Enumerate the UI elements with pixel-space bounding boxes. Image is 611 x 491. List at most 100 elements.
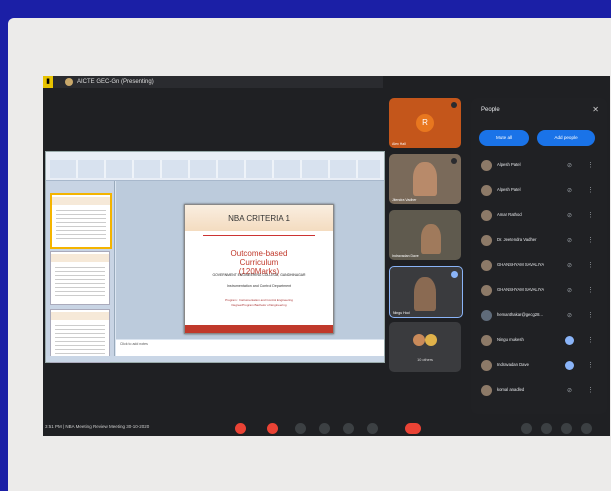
mic-off-icon[interactable]: ⊘ bbox=[567, 262, 572, 269]
captions-icon[interactable] bbox=[295, 423, 306, 434]
slide-thumbnail-1 bbox=[50, 193, 112, 249]
avatar bbox=[481, 185, 492, 196]
participant-video bbox=[421, 224, 441, 254]
current-slide: NBA CRITERIA 1 Outcome-based Curriculum … bbox=[184, 204, 334, 334]
end-call-button[interactable] bbox=[405, 423, 421, 434]
slide-editor: NBA CRITERIA 1 Outcome-based Curriculum … bbox=[116, 181, 384, 339]
more-options-icon[interactable]: ⋮ bbox=[587, 211, 594, 219]
slide-program-line2: Degree/Program Bachelor of Engineering bbox=[231, 303, 287, 307]
tile-name: Alex Hall bbox=[392, 142, 406, 146]
add-people-button[interactable]: Add people bbox=[537, 130, 595, 146]
participant-name: GHANSHYAM SAVALIYA bbox=[497, 262, 545, 267]
present-flag-icon: ▮ bbox=[43, 76, 53, 88]
participant-name: Alpesh Patel bbox=[497, 162, 521, 167]
participant-row[interactable]: Alpesh Patel ⊘ ⋮ bbox=[471, 181, 607, 201]
speaking-indicator-icon bbox=[451, 271, 458, 278]
more-options-icon[interactable]: ⋮ bbox=[587, 161, 594, 169]
raise-hand-icon[interactable] bbox=[319, 423, 330, 434]
slide-thumbnails bbox=[46, 181, 115, 363]
people-icon[interactable] bbox=[541, 423, 552, 434]
mic-off-icon[interactable]: ⊘ bbox=[567, 237, 572, 244]
more-options-icon[interactable]: ⋮ bbox=[587, 261, 594, 269]
participant-row[interactable]: Indravadan Dave ⋮ bbox=[471, 356, 607, 376]
participant-name: komal anadled bbox=[497, 387, 525, 392]
slide-main-line1: Outcome-based bbox=[230, 249, 288, 258]
avatar bbox=[413, 334, 425, 346]
mic-off-icon[interactable]: ⊘ bbox=[567, 212, 572, 219]
slide-title: NBA CRITERIA 1 bbox=[228, 214, 290, 223]
participant-row[interactable]: komal anadled ⊘ ⋮ bbox=[471, 381, 607, 401]
mute-all-button[interactable]: Mute all bbox=[479, 130, 529, 146]
mic-off-icon[interactable]: ⊘ bbox=[567, 387, 572, 394]
mic-off-icon[interactable]: ⊘ bbox=[567, 162, 572, 169]
mic-off-icon bbox=[451, 102, 457, 108]
chat-icon[interactable] bbox=[561, 423, 572, 434]
participant-name: hemanthakar@gecg28... bbox=[497, 312, 543, 317]
slide-thumbnail-2 bbox=[50, 251, 110, 305]
activities-icon[interactable] bbox=[581, 423, 592, 434]
ppt-status-bar bbox=[46, 356, 384, 362]
participant-name: Indravadan Dave bbox=[497, 362, 529, 367]
participant-name: Dr. Jeetendra Vadher bbox=[497, 237, 537, 242]
participant-row[interactable]: Dr. Jeetendra Vadher ⊘ ⋮ bbox=[471, 231, 607, 251]
slide-department: Instrumentation and Control Department bbox=[226, 284, 292, 288]
avatar bbox=[481, 360, 492, 371]
more-options-icon[interactable]: ⋮ bbox=[587, 186, 594, 194]
avatar bbox=[481, 260, 492, 271]
participant-name: GHANSHYAM SAVALIYA bbox=[497, 287, 545, 292]
participant-row[interactable]: Alpesh Patel ⊘ ⋮ bbox=[471, 156, 607, 176]
close-icon[interactable]: ✕ bbox=[592, 105, 599, 114]
more-options-icon[interactable]: ⋮ bbox=[587, 336, 594, 344]
participant-row[interactable]: Ningu mukesh ⋮ bbox=[471, 331, 607, 351]
participant-row[interactable]: hemanthakar@gecg28... ⊘ ⋮ bbox=[471, 306, 607, 326]
participant-tile-1[interactable]: R Alex Hall bbox=[389, 98, 461, 148]
tile-name: Ningu Hod bbox=[393, 311, 410, 315]
participant-tile-3[interactable]: Indravadan Dave bbox=[389, 210, 461, 260]
ppt-ribbon bbox=[46, 152, 384, 181]
participant-name: Alpesh Patel bbox=[497, 187, 521, 192]
meet-control-bar: 3:51 PM | NBA Meeting Review Meeting 30-… bbox=[43, 421, 610, 436]
more-options-icon[interactable]: ⋮ bbox=[587, 361, 594, 369]
avatar bbox=[481, 385, 492, 396]
avatar bbox=[481, 160, 492, 171]
more-options-icon[interactable]: ⋮ bbox=[587, 236, 594, 244]
present-icon[interactable] bbox=[343, 423, 354, 434]
mic-off-icon[interactable] bbox=[235, 423, 246, 434]
avatar bbox=[481, 285, 492, 296]
mic-off-icon bbox=[451, 158, 457, 164]
participant-row[interactable]: Amar Rathod ⊘ ⋮ bbox=[471, 206, 607, 226]
others-count: 10 others bbox=[417, 358, 433, 362]
slide-program: Program : Instrumentation and Control En… bbox=[185, 298, 333, 308]
more-options-icon[interactable]: ⋮ bbox=[587, 386, 594, 394]
participant-row[interactable]: GHANSHYAM SAVALIYA ⊘ ⋮ bbox=[471, 256, 607, 276]
participant-video bbox=[413, 162, 437, 196]
participant-tile-4[interactable]: Ningu Hod bbox=[389, 266, 463, 318]
participant-row[interactable]: GHANSHYAM SAVALIYA ⊘ ⋮ bbox=[471, 281, 607, 301]
speaking-indicator-icon bbox=[565, 336, 574, 345]
people-panel-title: People bbox=[481, 107, 500, 113]
camera-off-icon[interactable] bbox=[267, 423, 278, 434]
more-options-icon[interactable]: ⋮ bbox=[587, 286, 594, 294]
avatar bbox=[481, 210, 492, 221]
participant-name: Amar Rathod bbox=[497, 212, 522, 217]
tile-name: Jitendra Vadher bbox=[392, 198, 417, 202]
avatar bbox=[481, 235, 492, 246]
mic-off-icon[interactable]: ⊘ bbox=[567, 312, 572, 319]
people-panel: People ✕ Mute all Add people Alpesh Pate… bbox=[471, 98, 607, 414]
avatar: R bbox=[416, 114, 434, 132]
info-icon[interactable] bbox=[521, 423, 532, 434]
speaking-indicator-icon bbox=[565, 361, 574, 370]
notes-pane[interactable]: Click to add notes bbox=[116, 340, 384, 356]
tile-name: Indravadan Dave bbox=[392, 254, 419, 258]
presenting-title: AICTE GEC-Gn (Presenting) bbox=[77, 79, 154, 85]
others-tile[interactable]: 10 others bbox=[389, 322, 461, 372]
more-options-icon[interactable]: ⋮ bbox=[587, 311, 594, 319]
more-options-icon[interactable] bbox=[367, 423, 378, 434]
slide-thumbnail-3 bbox=[50, 309, 110, 363]
mic-off-icon[interactable]: ⊘ bbox=[567, 287, 572, 294]
participant-tile-2[interactable]: Jitendra Vadher bbox=[389, 154, 461, 204]
mic-off-icon[interactable]: ⊘ bbox=[567, 187, 572, 194]
slide-main-heading: Outcome-based Curriculum (120Marks) bbox=[185, 249, 333, 276]
participant-video bbox=[414, 277, 436, 311]
monitor-frame: ▮ AICTE GEC-Gn (Presenting) NBA CRITERIA… bbox=[8, 18, 611, 491]
